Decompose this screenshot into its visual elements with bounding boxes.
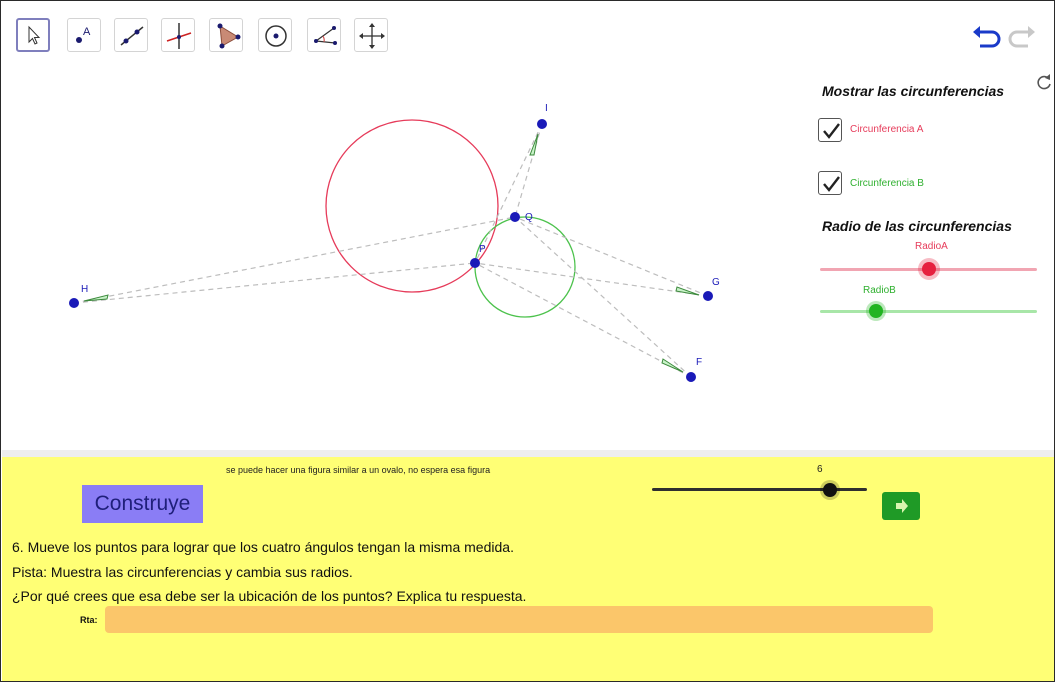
step-slider-thumb[interactable] <box>823 483 837 497</box>
circle-tool-button[interactable] <box>258 18 292 52</box>
radio-a-label: RadioA <box>915 241 948 252</box>
refresh-icon <box>1037 74 1051 90</box>
undo-icon <box>973 26 1001 48</box>
perpendicular-icon <box>166 23 192 49</box>
note-text: se puede hacer una figura similar a un o… <box>226 465 491 475</box>
point-g[interactable] <box>703 291 713 301</box>
point-h[interactable] <box>69 298 79 308</box>
circle-a-label: Circunferencia A <box>850 124 924 135</box>
graphics-view[interactable]: I Q P H G F Mostrar las circunferencias … <box>2 66 1054 450</box>
angle-icon <box>314 26 337 45</box>
redo-button[interactable] <box>1008 24 1040 50</box>
polygon-icon <box>217 23 241 49</box>
perpendicular-tool-button[interactable] <box>161 18 195 52</box>
refresh-button[interactable] <box>1034 72 1054 92</box>
point-p[interactable] <box>470 258 480 268</box>
label-q: Q <box>525 212 533 223</box>
circle-b-label: Circunferencia B <box>850 178 924 189</box>
construye-heading: Construye <box>82 485 203 523</box>
geogebra-applet: A I Q P H G F Mostrar las circunferencia… <box>0 0 1055 682</box>
point-q[interactable] <box>510 212 520 222</box>
view-separator <box>2 450 1054 457</box>
cursor-icon <box>28 25 41 45</box>
label-g: G <box>712 277 720 288</box>
point-i[interactable] <box>537 119 547 129</box>
label-i: I <box>545 103 548 114</box>
angle-markers <box>83 133 700 373</box>
point-tool-button[interactable]: A <box>67 18 101 52</box>
instructions-panel: se puede hacer una figura similar a un o… <box>2 457 1054 681</box>
label-h: H <box>81 284 88 295</box>
radio-b-label: RadioB <box>863 285 896 296</box>
line-tool-button[interactable] <box>114 18 148 52</box>
move-tool-button[interactable] <box>16 18 50 52</box>
move-arrows-icon <box>359 23 385 49</box>
next-button[interactable] <box>882 492 920 520</box>
answer-input[interactable] <box>105 606 933 633</box>
checkmark-icon <box>823 176 840 192</box>
radio-b-slider-track[interactable] <box>820 310 1037 313</box>
point-icon: A <box>76 26 91 43</box>
label-p: P <box>479 244 486 255</box>
radio-a-slider-thumb[interactable] <box>922 262 936 276</box>
answer-label: Rta: <box>80 615 98 625</box>
dashed-segments <box>73 123 709 378</box>
checkmark-icon <box>823 123 840 139</box>
line-icon <box>120 26 144 46</box>
instruction-line-2: Pista: Muestra las circunferencias y cam… <box>12 564 353 580</box>
label-f: F <box>696 357 702 368</box>
move-graphics-tool-button[interactable] <box>354 18 388 52</box>
radio-b-slider-thumb[interactable] <box>869 304 883 318</box>
step-slider-value: 6 <box>817 464 823 475</box>
undo-button[interactable] <box>970 24 1002 50</box>
circle-icon <box>265 25 287 47</box>
arrow-right-icon <box>896 499 908 513</box>
polygon-tool-button[interactable] <box>209 18 243 52</box>
point-f[interactable] <box>686 372 696 382</box>
circle-a-checkbox[interactable] <box>818 118 842 142</box>
redo-icon <box>1008 26 1035 48</box>
instruction-line-1: 6. Mueve los puntos para lograr que los … <box>12 539 514 555</box>
instruction-line-3: ¿Por qué crees que esa debe ser la ubica… <box>12 588 527 604</box>
toolbar: A <box>2 2 1054 66</box>
angle-tool-button[interactable] <box>307 18 341 52</box>
circle-b-checkbox[interactable] <box>818 171 842 195</box>
svg-text:A: A <box>83 26 91 38</box>
radius-title: Radio de las circunferencias <box>822 218 1012 234</box>
show-circles-title: Mostrar las circunferencias <box>822 83 1005 99</box>
